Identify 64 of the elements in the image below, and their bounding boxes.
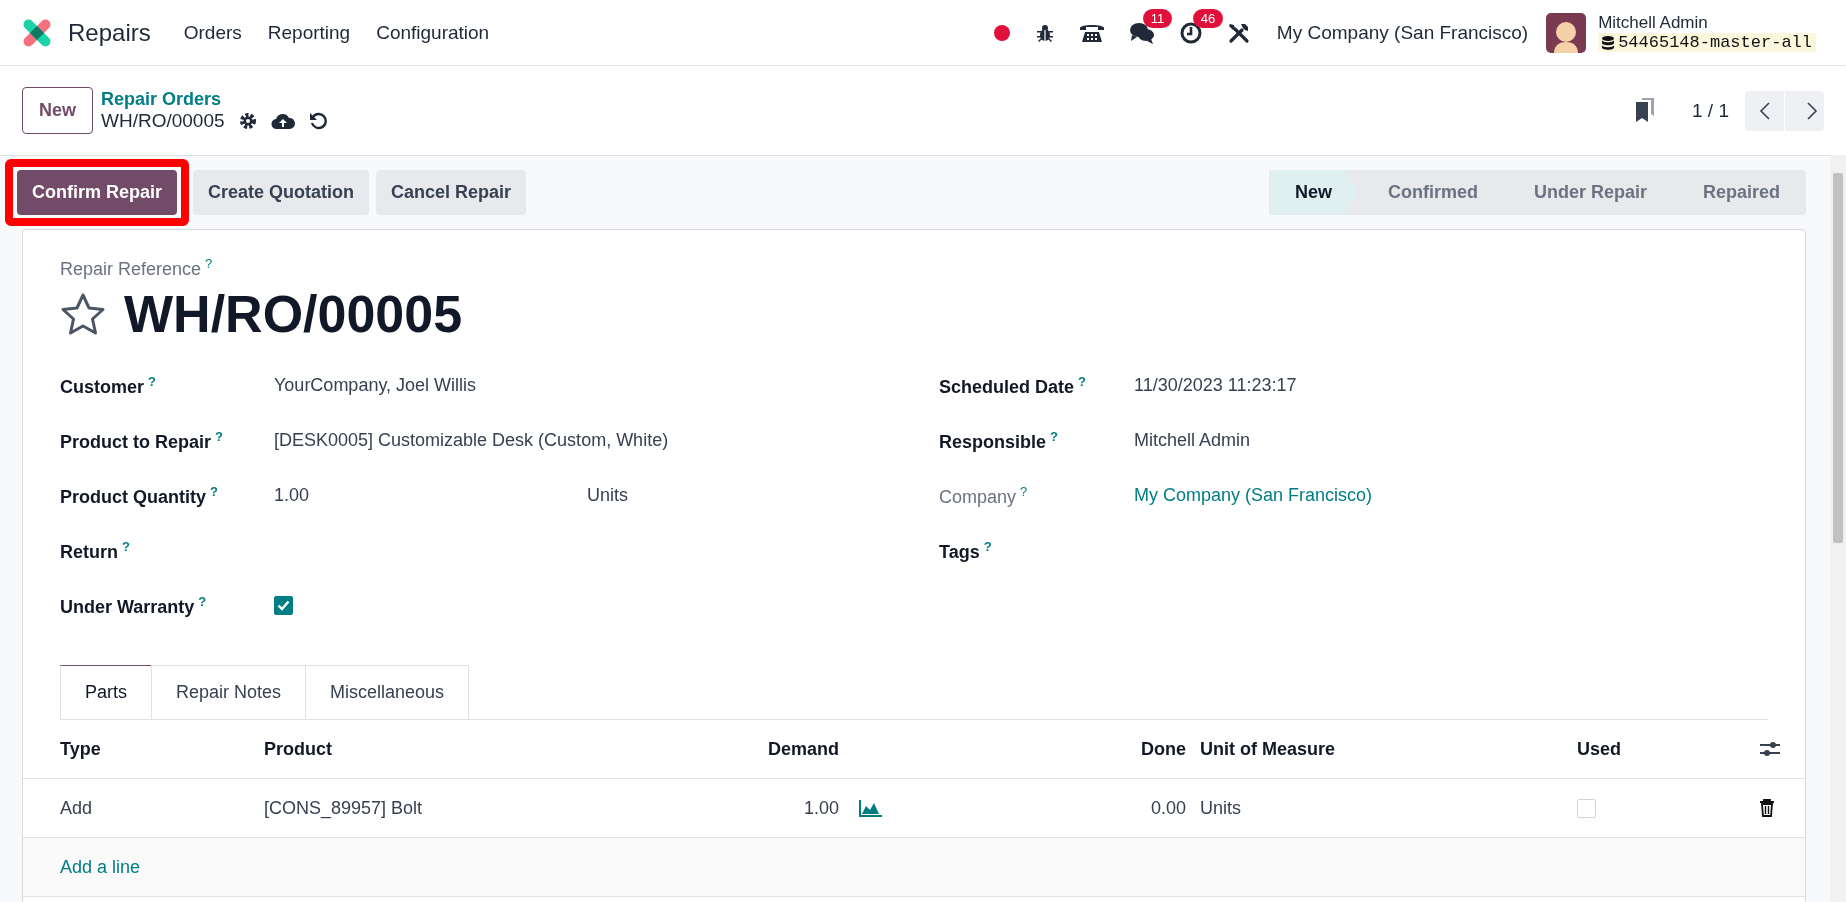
field-label: Scheduled Date $^{?}$ <box>939 373 1087 398</box>
company-link[interactable]: My Company (San Francisco) <box>1134 485 1768 506</box>
database-icon <box>1602 35 1615 50</box>
settings-icon[interactable] <box>238 112 257 130</box>
record-name: WH/RO/00005 <box>101 110 225 132</box>
menu-item[interactable]: Configuration <box>363 15 503 50</box>
action-button[interactable]: Create Quotation <box>193 170 370 215</box>
action-button[interactable]: Confirm Repair <box>17 170 178 215</box>
reference-label: Repair Reference $^{?}$ <box>60 256 214 280</box>
add-line-link[interactable]: Add a line <box>60 856 141 878</box>
column-header[interactable]: Product <box>264 720 729 779</box>
pager-value[interactable]: 1 / 1 <box>1692 99 1729 122</box>
database-name: 54465148-master-all <box>1598 33 1816 52</box>
column-settings-icon[interactable] <box>1759 740 1781 758</box>
chevron-right-icon <box>1806 100 1818 121</box>
record-title: WH/RO/00005 <box>124 284 463 344</box>
count-badge: 11 <box>1142 8 1173 28</box>
user-name: Mitchell Admin <box>1598 13 1709 33</box>
next-button[interactable] <box>1785 90 1824 131</box>
star-icon[interactable] <box>60 292 106 336</box>
scrollbar[interactable] <box>1830 155 1846 902</box>
used-checkbox[interactable] <box>1577 798 1596 818</box>
trash-icon[interactable] <box>1759 799 1775 817</box>
menu-item[interactable]: Reporting <box>254 15 364 50</box>
area-chart-icon[interactable] <box>859 799 883 817</box>
column-header[interactable]: Used <box>1577 720 1759 779</box>
field-label: Product Quantity $^{?}$ <box>60 483 219 508</box>
column-header[interactable]: Type <box>60 720 264 779</box>
clock-icon[interactable] <box>1178 20 1203 45</box>
field-value[interactable]: [DESK0005] Customizable Desk (Custom, White) <box>274 430 939 451</box>
column-header[interactable]: Unit of Measure <box>1200 720 1577 779</box>
field-label: Company $^{?}$ <box>939 483 1029 508</box>
user-avatar[interactable] <box>1546 12 1587 53</box>
record-icon[interactable] <box>992 23 1011 42</box>
notebook-tab[interactable]: Miscellaneous <box>305 665 470 719</box>
unit-value[interactable]: Units <box>587 485 939 506</box>
previous-button[interactable] <box>1745 90 1784 131</box>
bug-icon[interactable] <box>1034 22 1055 43</box>
field-label: Customer $^{?}$ <box>60 373 157 398</box>
column-header[interactable]: Demand <box>729 720 839 779</box>
cloud-upload-icon[interactable] <box>270 112 295 130</box>
app-name[interactable]: Repairs <box>68 18 151 47</box>
field-label: Tags $^{?}$ <box>939 538 993 563</box>
action-button[interactable]: Cancel Repair <box>376 170 527 215</box>
warranty-checkbox[interactable] <box>274 596 293 615</box>
field-value[interactable]: 11/30/2023 11:23:17 <box>1134 375 1768 396</box>
field-value[interactable]: YourCompany, Joel Willis <box>274 375 939 396</box>
status-step[interactable]: New <box>1268 170 1358 215</box>
field-label: Under Warranty $^{?}$ <box>60 593 208 618</box>
field-label: Return $^{?}$ <box>60 538 131 563</box>
chevron-left-icon <box>1758 100 1771 121</box>
breadcrumb-link[interactable]: Repair Orders <box>101 89 327 110</box>
column-header[interactable]: Done <box>899 720 1186 779</box>
field-label: Responsible $^{?}$ <box>939 428 1059 453</box>
new-button[interactable]: New <box>22 87 93 134</box>
field-label: Product to Repair $^{?}$ <box>60 428 224 453</box>
notebook-tab[interactable]: Parts <box>60 665 152 719</box>
count-badge: 46 <box>1192 8 1224 28</box>
undo-icon[interactable] <box>308 112 327 130</box>
bookmark-icon[interactable] <box>1634 97 1656 124</box>
quantity-value[interactable]: 1.00 <box>274 485 587 506</box>
menu-item[interactable]: Orders <box>170 15 255 50</box>
company-switcher[interactable]: My Company (San Francisco) <box>1276 21 1529 44</box>
field-value[interactable]: Mitchell Admin <box>1134 430 1768 451</box>
